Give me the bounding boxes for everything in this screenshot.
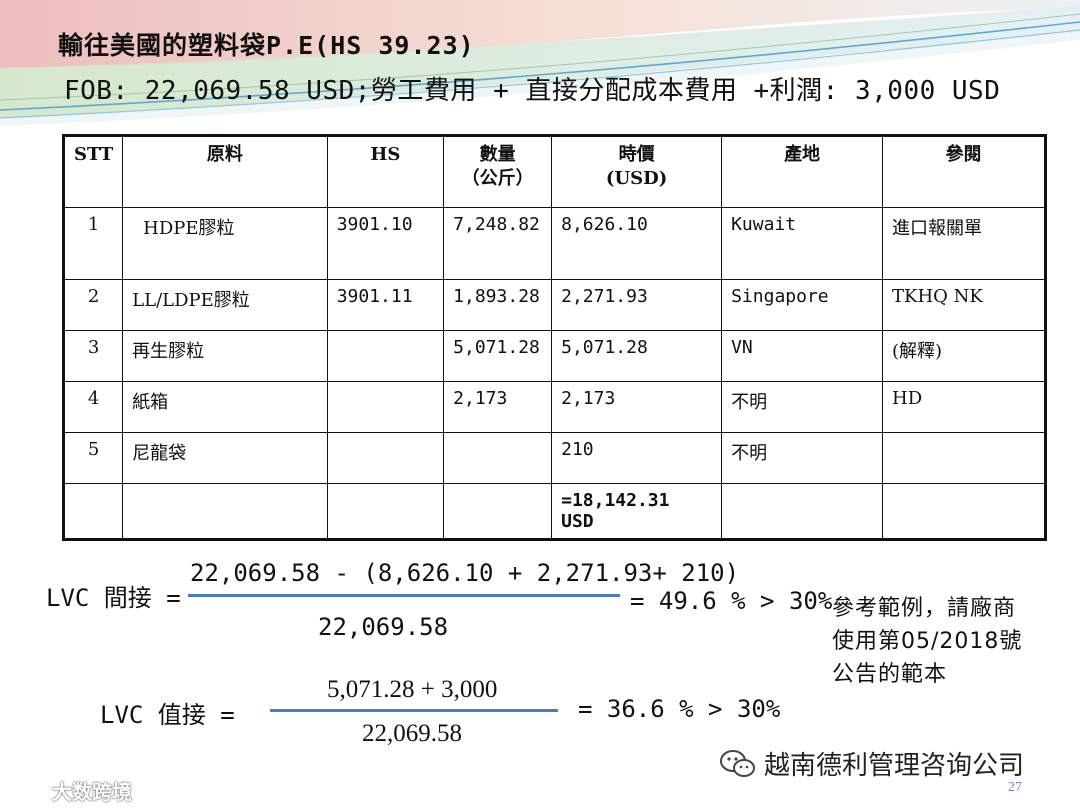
brand-logo-icon — [7, 782, 41, 799]
formula1-numerator: 22,069.58 - (8,626.10 + 2,271.93+ 210) — [190, 559, 740, 587]
header-quantity: 數量 （公斤） — [443, 135, 553, 208]
watermark-company: 越南德利管理咨询公司 — [720, 745, 1024, 782]
header-price-line2: (USD) — [605, 168, 668, 189]
formula1-denominator: 22,069.58 — [318, 613, 449, 641]
cell-material: 再生膠粒 — [122, 330, 328, 382]
slide-title: 輸往美國的塑料袋P.E(HS 39.23) — [58, 31, 475, 60]
formula2-result: = 36.6 % > 30% — [578, 695, 781, 723]
cell-price: 2,271.93 — [551, 279, 723, 331]
cell-reference: (解釋) — [882, 330, 1046, 382]
cell-origin: Kuwait — [721, 207, 884, 280]
cell-empty — [326, 483, 445, 540]
cell-material: LL/LDPE膠粒 — [122, 279, 328, 331]
table-header-row: STT 原料 HS 數量 （公斤） 時價 (USD) 產地 參閱 — [62, 135, 1046, 208]
cell-hs — [326, 330, 445, 382]
cell-price: 210 — [551, 432, 723, 484]
cell-hs — [326, 432, 445, 484]
table-total-row: =18,142.31 USD — [62, 483, 1046, 540]
note-line2: 使用第05/2018號 — [832, 629, 1023, 654]
cell-origin: 不明 — [721, 432, 884, 484]
watermark-company-text: 越南德利管理咨询公司 — [764, 751, 1025, 781]
table-row: 4 紙箱 2,173 2,173 不明 HD — [62, 381, 1046, 433]
cell-quantity: 7,248.82 — [443, 207, 553, 280]
header-origin: 產地 — [721, 135, 884, 208]
cell-empty — [122, 483, 328, 540]
cell-material: 紙箱 — [122, 381, 328, 433]
cell-price: 5,071.28 — [551, 330, 723, 382]
cell-empty — [721, 483, 884, 540]
formula1-fraction-line — [188, 594, 620, 597]
formula1-label: LVC 間接 = — [46, 584, 181, 612]
cell-price: 2,173 — [551, 381, 723, 433]
table-row: 2 LL/LDPE膠粒 3901.11 1,893.28 2,271.93 Si… — [62, 279, 1046, 331]
cell-origin: 不明 — [721, 381, 884, 433]
cell-hs — [326, 381, 445, 433]
cell-stt: 1 — [62, 207, 124, 280]
cell-reference — [882, 432, 1046, 484]
cell-reference: HD — [882, 381, 1046, 433]
header-stt: STT — [62, 135, 124, 208]
formula1-result: = 49.6 % > 30% — [630, 587, 833, 615]
slide-subtitle: FOB: 22,069.58 USD;勞工費用 + 直接分配成本費用 +利潤: … — [64, 76, 1001, 106]
cell-stt: 3 — [62, 330, 124, 382]
cell-quantity — [443, 432, 553, 484]
header-material: 原料 — [122, 135, 328, 208]
watermark-brand: 大数跨境 — [6, 776, 132, 805]
cell-material: HDPE膠粒 — [122, 207, 328, 280]
watermark-brand-text: 大数跨境 — [52, 780, 132, 804]
formula2-label: LVC 值接 = — [100, 701, 235, 729]
cell-material: 尼龍袋 — [122, 432, 328, 484]
cell-price: 8,626.10 — [551, 207, 723, 280]
formula2-denominator: 22,069.58 — [362, 720, 462, 747]
cell-origin: VN — [721, 330, 884, 382]
cell-origin: Singapore — [721, 279, 884, 331]
cell-total: =18,142.31 USD — [551, 483, 723, 540]
cell-reference: 進口報關單 — [882, 207, 1046, 280]
header-quantity-line1: 數量 — [479, 144, 516, 165]
cell-reference: TKHQ NK — [882, 279, 1046, 331]
formula2-numerator: 5,071.28 + 3,000 — [327, 676, 498, 703]
cell-empty — [62, 483, 124, 540]
table-row: 1 HDPE膠粒 3901.10 7,248.82 8,626.10 Kuwai… — [62, 207, 1046, 280]
cell-stt: 5 — [62, 432, 124, 484]
cell-quantity: 1,893.28 — [443, 279, 553, 331]
cell-empty — [443, 483, 553, 540]
cell-hs: 3901.11 — [326, 279, 445, 331]
page-number: 27 — [1008, 780, 1022, 795]
formula2-fraction-line — [270, 709, 558, 712]
header-reference: 參閱 — [882, 135, 1046, 208]
table-row: 3 再生膠粒 5,071.28 5,071.28 VN (解釋) — [62, 330, 1046, 382]
note-line3: 公告的範本 — [832, 662, 948, 687]
cell-stt: 4 — [62, 381, 124, 433]
header-price-line1: 時價 — [618, 144, 655, 165]
cell-empty — [882, 483, 1046, 540]
table-row: 5 尼龍袋 210 不明 — [62, 432, 1046, 484]
note-line1: 參考範例，請廠商 — [832, 596, 1017, 621]
reference-note: 參考範例，請廠商 使用第05/2018號 公告的範本 — [832, 592, 1062, 691]
cell-quantity: 2,173 — [443, 381, 553, 433]
header-hs: HS — [326, 135, 445, 208]
wechat-icon — [720, 749, 755, 777]
header-price: 時價 (USD) — [551, 135, 723, 208]
materials-table: STT 原料 HS 數量 （公斤） 時價 (USD) 產地 參閱 1 HDPE膠… — [62, 134, 1047, 541]
cell-stt: 2 — [62, 279, 124, 331]
header-quantity-line2: （公斤） — [461, 168, 534, 189]
cell-hs: 3901.10 — [326, 207, 445, 280]
cell-quantity: 5,071.28 — [443, 330, 553, 382]
